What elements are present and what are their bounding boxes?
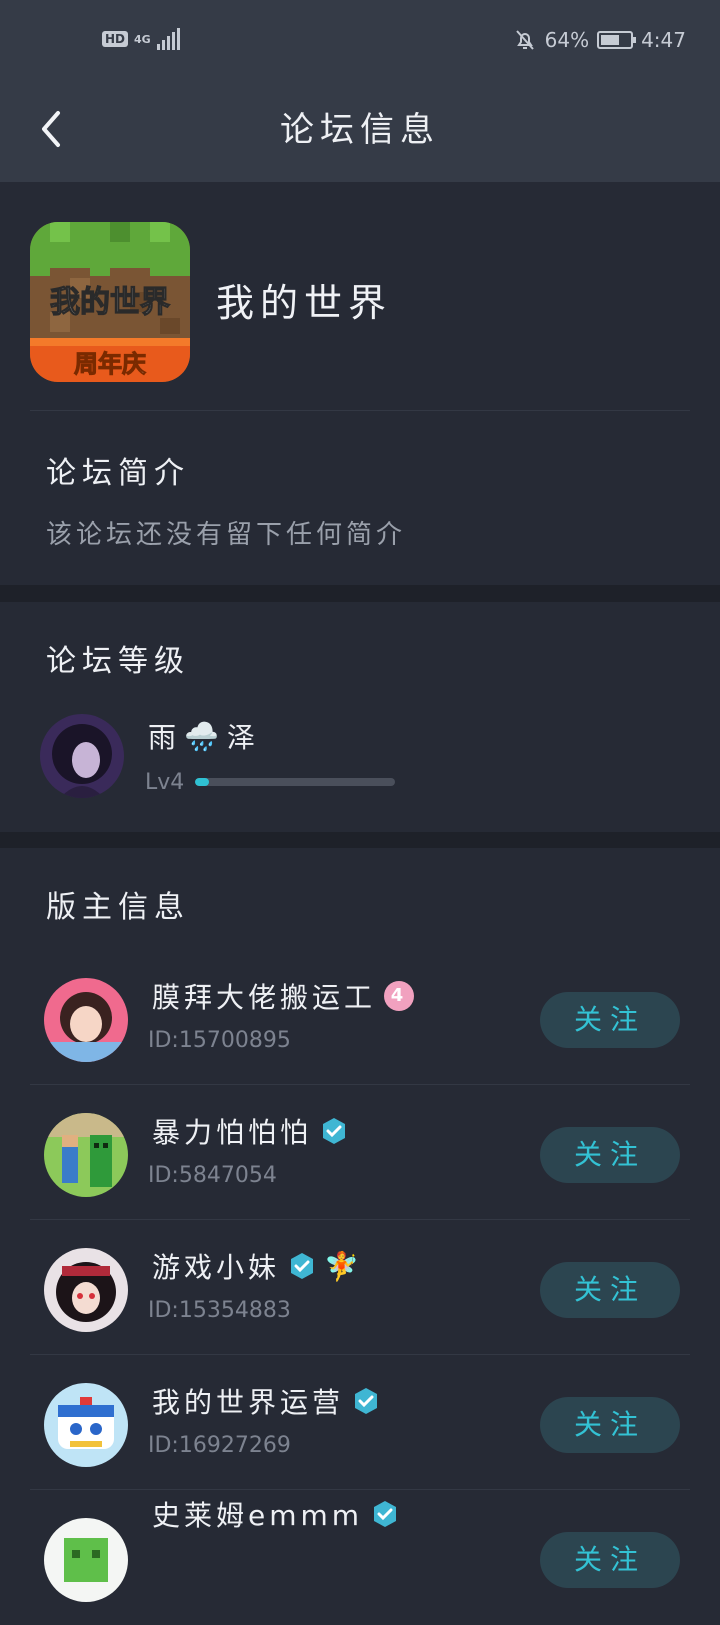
bell-muted-icon (515, 30, 534, 50)
avatar[interactable] (44, 1383, 128, 1467)
signal-icon (156, 28, 180, 50)
user-name-part: 泽 (226, 721, 259, 754)
slime-avatar-icon (44, 1518, 128, 1602)
follow-button[interactable]: 关注 (540, 1532, 680, 1588)
forum-level-section: 论坛等级 雨 🌧️ 泽 Lv4 (0, 602, 720, 832)
intro-text: 该论坛还没有留下任何简介 (46, 520, 407, 550)
list-item[interactable]: 游戏小妹 🧚 ID:15354883 关注 (0, 1220, 720, 1355)
level-progress-fill (195, 778, 209, 786)
verified-icon (291, 1253, 314, 1279)
moderator-name: 膜拜大佬搬运工 4 (152, 976, 415, 1016)
forum-info-section: 我的世界 周年庆 我的世界 论坛简介 该论坛还没有留下任何简介 (0, 182, 720, 585)
moderator-heading: 版主信息 (46, 890, 190, 925)
battery-icon (597, 31, 637, 49)
follow-button[interactable]: 关注 (540, 992, 680, 1048)
moderator-id: ID:16927269 (148, 1433, 291, 1458)
user-name-part: 雨 (148, 721, 181, 754)
moderator-id: ID:5847054 (148, 1163, 277, 1188)
level-user-name: 雨 🌧️ 泽 (148, 716, 259, 756)
avatar[interactable] (44, 1113, 128, 1197)
forum-app-icon: 我的世界 周年庆 (30, 222, 190, 382)
moderator-section: 版主信息 膜拜大佬搬运工 4 ID:15700895 关注 暴力怕怕怕 ID:5… (0, 848, 720, 1602)
status-left: HD 4G (102, 28, 180, 50)
battery-fill (601, 35, 619, 45)
level-heading: 论坛等级 (46, 644, 190, 679)
moderator-name: 游戏小妹 🧚 (152, 1246, 363, 1286)
follow-button[interactable]: 关注 (540, 1262, 680, 1318)
divider (30, 410, 690, 411)
list-item[interactable]: 史莱姆emmm 关注 (0, 1490, 720, 1625)
moderator-name: 暴力怕怕怕 (152, 1111, 348, 1151)
avatar[interactable] (44, 1518, 128, 1602)
avatar[interactable] (40, 714, 124, 798)
battery-percent: 64% (544, 28, 590, 52)
avatar[interactable] (44, 978, 128, 1062)
verified-icon (355, 1388, 378, 1414)
avatar[interactable] (44, 1248, 128, 1332)
level-label: Lv4 (145, 770, 185, 795)
moderator-name-text: 我的世界运营 (152, 1386, 345, 1419)
moderator-name: 我的世界运营 (152, 1381, 380, 1421)
hd-icon: HD (102, 31, 129, 47)
moderator-id: ID:15354883 (148, 1298, 291, 1323)
moderator-name-text: 游戏小妹 (152, 1251, 281, 1284)
rain-cloud-icon: 🌧️ (184, 719, 223, 753)
forum-icon-subtext: 周年庆 (74, 350, 146, 378)
nav-bar: 论坛信息 (0, 82, 720, 182)
level-badge: 4 (384, 981, 415, 1011)
minecraft-creeper-avatar-icon (44, 1113, 128, 1197)
verified-icon (374, 1501, 397, 1527)
moderator-name-text: 史莱姆emmm (152, 1499, 364, 1532)
anime-girl-avatar-icon (44, 978, 128, 1062)
fairy-badge-icon: 🧚 (324, 1249, 363, 1283)
page-title: 论坛信息 (280, 110, 440, 150)
robot-car-avatar-icon (44, 1383, 128, 1467)
forum-icon-text: 我的世界 (50, 285, 170, 320)
list-item[interactable]: 我的世界运营 ID:16927269 关注 (0, 1355, 720, 1490)
level-progress-bar (195, 778, 395, 786)
follow-button[interactable]: 关注 (540, 1127, 680, 1183)
anime-girl-avatar-icon (44, 1248, 128, 1332)
moderator-name-text: 暴力怕怕怕 (152, 1116, 313, 1149)
section-gap (0, 585, 720, 602)
status-right: 64% 4:47 (513, 28, 686, 52)
list-item[interactable]: 暴力怕怕怕 ID:5847054 关注 (0, 1085, 720, 1220)
moderator-name: 史莱姆emmm (152, 1494, 399, 1534)
follow-button[interactable]: 关注 (540, 1397, 680, 1453)
minecraft-logo-icon: 我的世界 周年庆 (30, 222, 190, 382)
clock: 4:47 (641, 28, 686, 52)
moderator-id: ID:15700895 (148, 1028, 291, 1053)
network-gen-label: 4G (134, 32, 151, 46)
user-avatar-icon (40, 714, 124, 798)
moderator-name-text: 膜拜大佬搬运工 (152, 981, 377, 1014)
list-item[interactable]: 膜拜大佬搬运工 4 ID:15700895 关注 (0, 950, 720, 1085)
section-gap (0, 832, 720, 848)
verified-icon (323, 1118, 346, 1144)
forum-name: 我的世界 (216, 281, 393, 325)
status-bar: HD 4G 64% 4:47 (0, 0, 720, 82)
intro-heading: 论坛简介 (46, 456, 190, 491)
